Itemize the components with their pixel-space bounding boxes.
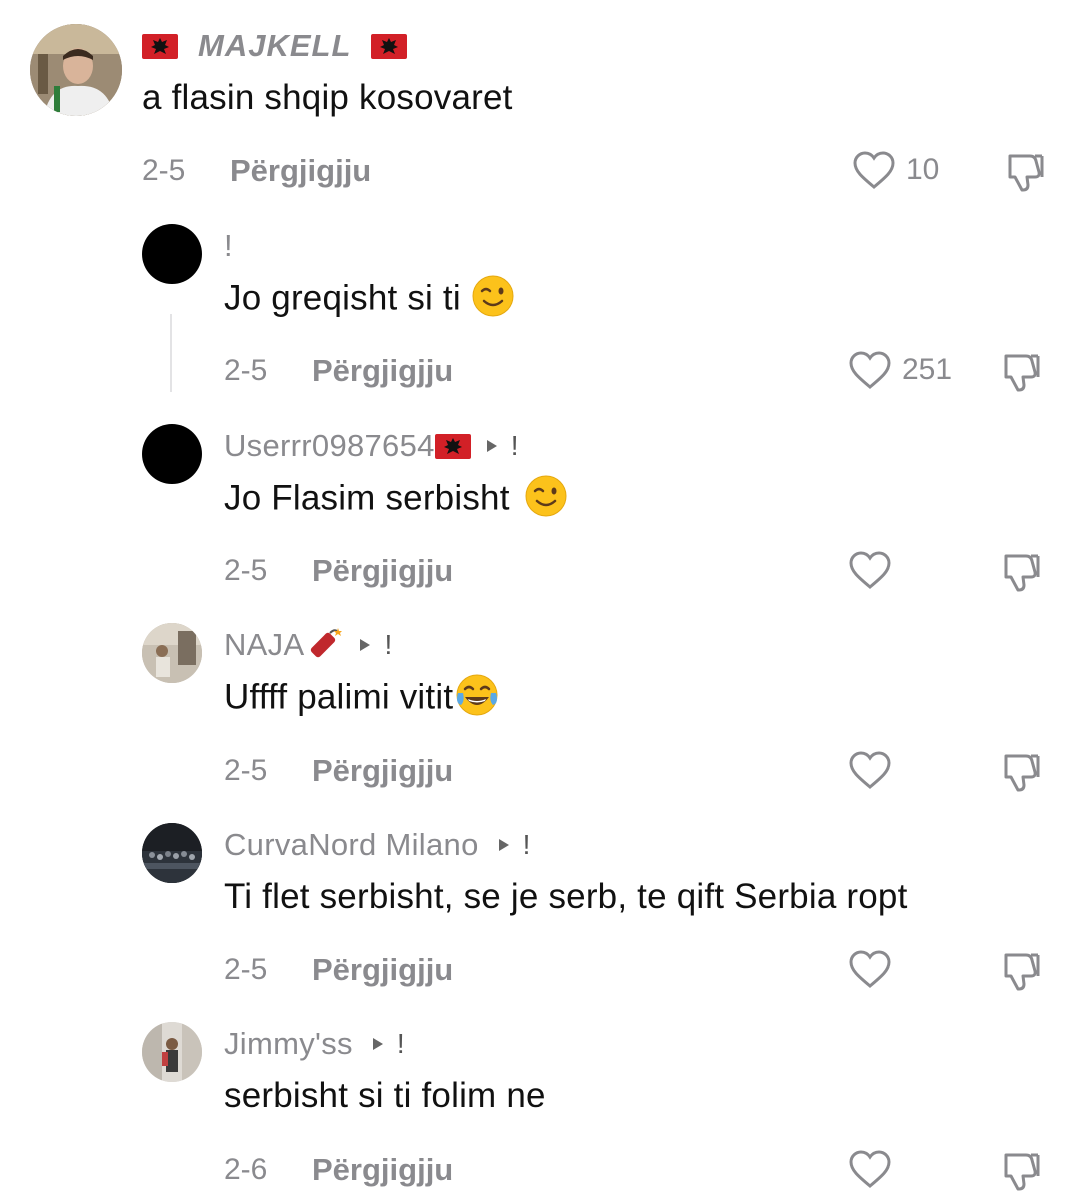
avatar[interactable] [30,24,122,116]
like-button[interactable] [848,1149,902,1189]
reply-to-indicator: ! [358,629,392,661]
comment-username[interactable]: ! [224,226,233,266]
wink-emoji-icon [525,475,567,517]
like-count: 251 [902,353,953,386]
avatar[interactable] [142,424,202,484]
reply-target-label: ! [522,829,531,860]
firecracker-icon [311,628,343,658]
reply-button[interactable]: Përgjigjju [312,952,453,988]
comment-username[interactable]: CurvaNord Milano ! [224,825,530,865]
username-label: ! [224,228,233,263]
reply-to-indicator: ! [497,829,531,861]
dislike-icon[interactable] [998,350,1042,394]
comment-date: 2-5 [224,354,268,387]
reply-button[interactable]: Përgjigjju [312,353,453,389]
heart-icon [849,1150,891,1188]
comment-username[interactable]: MAJKELL [142,26,408,66]
comment-date: 2-5 [224,554,268,587]
like-button[interactable]: 251 [848,350,952,390]
reply-target-label: ! [396,1028,405,1059]
comment-text: Jo Flasim serbisht [224,475,568,522]
like-button[interactable] [848,750,902,790]
reply-to-indicator: ! [485,430,519,462]
avatar[interactable] [142,823,202,883]
comment-date: 2-5 [142,154,186,187]
dislike-icon[interactable] [1002,150,1046,194]
play-arrow-icon [486,440,497,452]
reply-button[interactable]: Përgjigjju [312,553,453,589]
comment-text-label: Jo Flasim serbisht [224,478,510,518]
heart-icon [849,351,891,389]
comment-text: Uffff palimi vitit [224,674,499,721]
play-arrow-icon [498,839,509,851]
like-count: 10 [906,153,940,186]
reply-button[interactable]: Përgjigjju [312,753,453,789]
username-label: CurvaNord Milano [224,827,479,862]
comment-text: Jo greqisht si ti [224,275,515,322]
comment-username[interactable]: NAJA ! [224,625,392,665]
like-button[interactable] [848,550,902,590]
reply-target-label: ! [510,430,519,461]
username-label: MAJKELL [198,28,352,63]
thread-line [170,314,172,392]
username-label: Userrr0987654 [224,428,435,463]
username-label: NAJA [224,627,305,662]
reply-button[interactable]: Përgjigjju [312,1152,453,1188]
comment-date: 2-5 [224,953,268,986]
comment-username[interactable]: Jimmy'ss ! [224,1024,405,1064]
comment-text-label: Uffff palimi vitit [224,677,454,717]
comment-text-label: Jo greqisht si ti [224,278,461,318]
comment-text: serbisht si ti folim ne [224,1076,546,1115]
dislike-icon[interactable] [998,949,1042,993]
play-arrow-icon [360,639,371,651]
username-label: Jimmy'ss [224,1026,353,1061]
dislike-icon[interactable] [998,750,1042,794]
albania-flag-icon [434,433,471,459]
reply-target-label: ! [384,629,393,660]
dislike-icon[interactable] [998,1149,1042,1193]
wink-emoji-icon [472,275,514,317]
heart-icon [849,551,891,589]
comment-text: Ti flet serbisht, se je serb, te qift Se… [224,877,908,916]
tears-of-joy-emoji-icon [456,674,498,716]
like-button[interactable] [848,949,902,989]
play-arrow-icon [372,1038,383,1050]
avatar[interactable] [142,623,202,683]
reply-to-indicator: ! [371,1028,405,1060]
like-button[interactable]: 10 [852,150,939,190]
heart-icon [853,151,895,189]
comment-date: 2-5 [224,754,268,787]
comment-username[interactable]: Userrr0987654 ! [224,426,518,466]
comment-date: 2-6 [224,1153,268,1186]
reply-button[interactable]: Përgjigjju [230,153,371,189]
dislike-icon[interactable] [998,550,1042,594]
avatar[interactable] [142,224,202,284]
albania-flag-icon [371,33,408,59]
comment-text: a flasin shqip kosovaret [142,78,513,117]
heart-icon [849,950,891,988]
avatar[interactable] [142,1022,202,1082]
heart-icon [849,751,891,789]
albania-flag-icon [142,33,178,59]
